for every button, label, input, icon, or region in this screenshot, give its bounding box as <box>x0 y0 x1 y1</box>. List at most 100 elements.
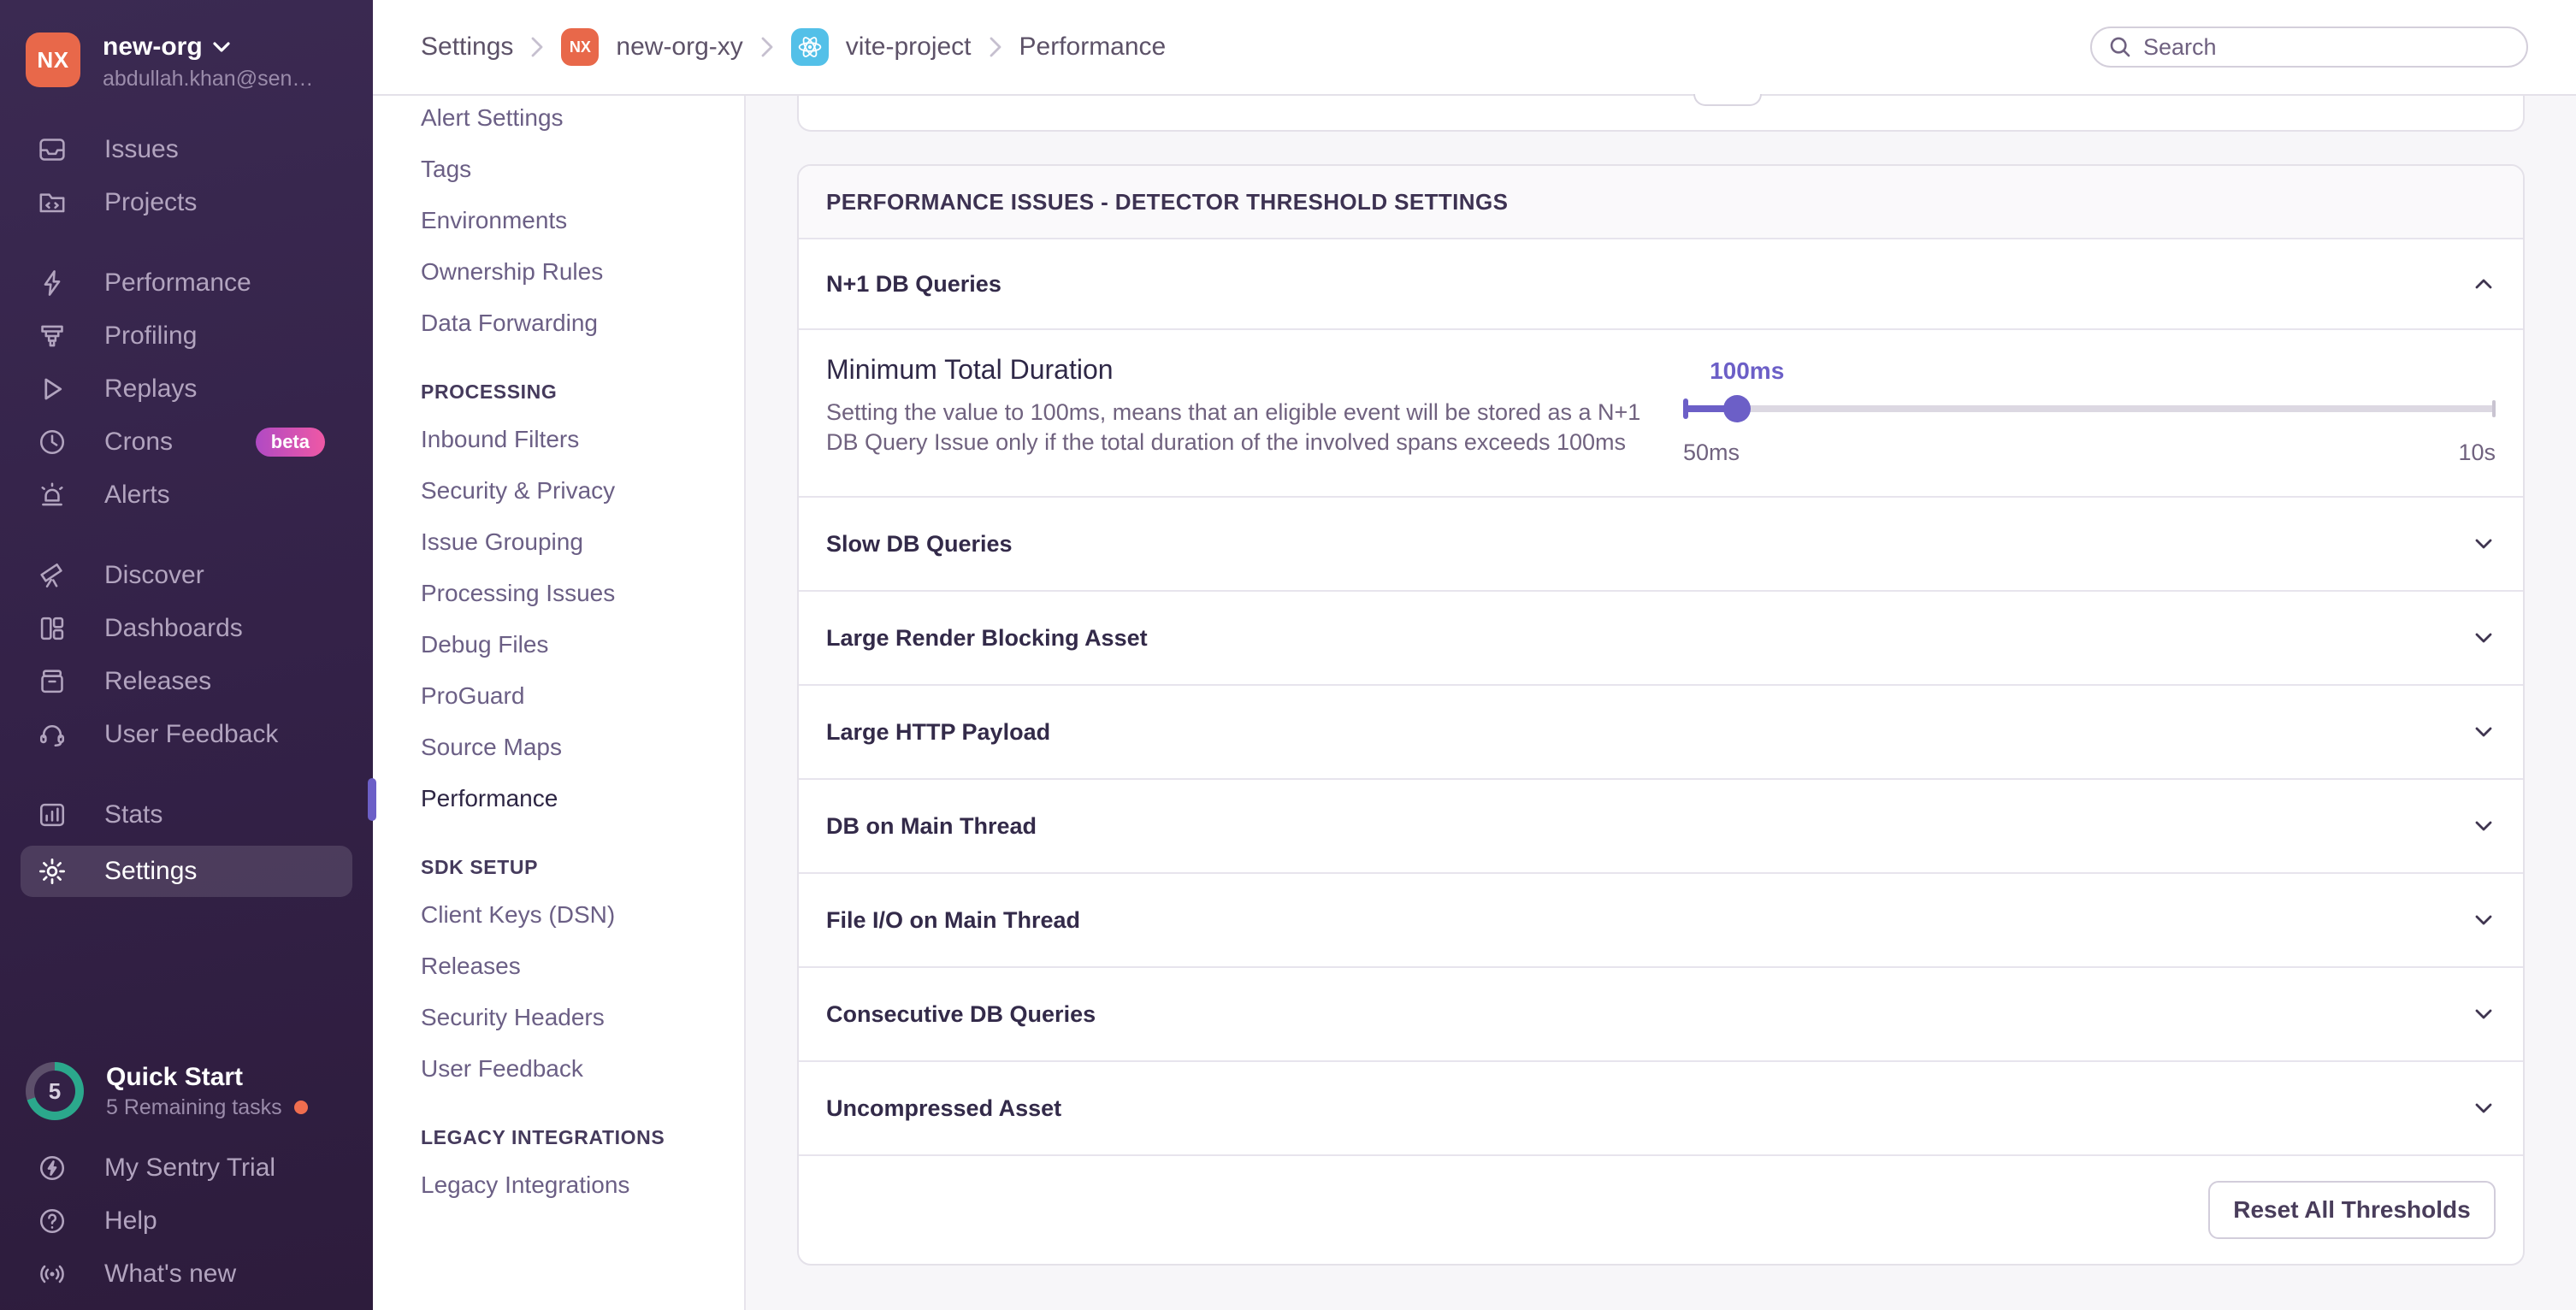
settings-nav-proguard[interactable]: ProGuard <box>373 674 744 718</box>
settings-nav-data-forwarding[interactable]: Data Forwarding <box>373 301 744 345</box>
search-input[interactable] <box>2143 34 2509 61</box>
org-avatar: NX <box>26 32 80 87</box>
sidebar-item-whats-new[interactable]: What's new <box>0 1252 373 1296</box>
slider-min-label: 50ms <box>1683 440 1740 466</box>
detector-row-uncompressed-asset[interactable]: Uncompressed Asset <box>799 1062 2523 1156</box>
releases-icon <box>38 667 67 696</box>
settings-nav-legacy-integrations[interactable]: Legacy Integrations <box>373 1163 744 1207</box>
react-project-icon <box>791 28 829 66</box>
settings-nav-security-privacy[interactable]: Security & Privacy <box>373 469 744 513</box>
panel-header: PERFORMANCE ISSUES - DETECTOR THRESHOLD … <box>799 166 2523 239</box>
sidebar-item-label: Issues <box>104 135 179 164</box>
quick-start-subtitle: 5 Remaining tasks <box>106 1095 282 1120</box>
slider-track[interactable] <box>1683 405 2496 412</box>
org-switcher[interactable]: NX new-org abdullah.khan@sen… <box>0 32 373 91</box>
chevron-down-icon <box>213 41 230 53</box>
breadcrumb: Settings NX new-org-xy vite-project Perf… <box>421 28 1166 66</box>
detector-row-file-io-on-main-thread[interactable]: File I/O on Main Thread <box>799 874 2523 968</box>
sidebar-item-label: Profiling <box>104 322 197 351</box>
chevron-down-icon[interactable] <box>2472 532 2496 556</box>
gear-icon <box>38 857 67 886</box>
chevron-up-icon[interactable] <box>2472 272 2496 296</box>
breadcrumb-org[interactable]: new-org-xy <box>616 32 742 62</box>
sidebar-item-label: Replays <box>104 375 197 404</box>
n1-threshold-settings: Minimum Total Duration Setting the value… <box>799 330 2523 498</box>
detector-row-db-on-main-thread[interactable]: DB on Main Thread <box>799 780 2523 874</box>
search-box[interactable] <box>2090 27 2528 68</box>
settings-nav-alert-settings[interactable]: Alert Settings <box>373 96 744 140</box>
alerts-icon <box>38 481 67 510</box>
sidebar-item-alerts[interactable]: Alerts <box>0 473 373 517</box>
chevron-down-icon[interactable] <box>2472 1096 2496 1120</box>
sidebar-item-settings[interactable]: Settings <box>21 846 352 897</box>
dashboards-icon <box>38 614 67 643</box>
sidebar-item-label: Performance <box>104 268 251 298</box>
settings-nav-section-legacy: LEGACY INTEGRATIONS <box>373 1122 744 1153</box>
whats-new-icon <box>38 1260 67 1289</box>
help-icon <box>38 1207 67 1236</box>
sidebar-item-help[interactable]: Help <box>0 1199 373 1243</box>
sidebar-item-dashboards[interactable]: Dashboards <box>0 606 373 651</box>
chevron-down-icon[interactable] <box>2472 720 2496 744</box>
detector-row-consecutive-db-queries[interactable]: Consecutive DB Queries <box>799 968 2523 1062</box>
settings-nav-section-sdk-setup: SDK SETUP <box>373 852 744 882</box>
settings-nav-tags[interactable]: Tags <box>373 147 744 192</box>
sidebar-item-label: Help <box>104 1207 157 1236</box>
sidebar-item-replays[interactable]: Replays <box>0 367 373 411</box>
chevron-down-icon[interactable] <box>2472 814 2496 838</box>
sidebar-item-profiling[interactable]: Profiling <box>0 314 373 358</box>
detector-row-slow-db-queries[interactable]: Slow DB Queries <box>799 498 2523 592</box>
settings-nav-performance[interactable]: Performance <box>373 776 744 821</box>
settings-nav-section-processing: PROCESSING <box>373 376 744 407</box>
settings-nav-processing-issues[interactable]: Processing Issues <box>373 571 744 616</box>
breadcrumb-settings[interactable]: Settings <box>421 32 513 62</box>
quick-start[interactable]: 5 Quick Start 5 Remaining tasks <box>0 1062 373 1120</box>
settings-nav-ownership-rules[interactable]: Ownership Rules <box>373 250 744 294</box>
chevron-down-icon[interactable] <box>2472 626 2496 650</box>
slider-thumb[interactable] <box>1723 395 1751 422</box>
duration-slider: 100ms 50ms 10s <box>1683 330 2496 496</box>
breadcrumb-project[interactable]: vite-project <box>846 32 972 62</box>
discover-icon <box>38 561 67 590</box>
settings-nav-environments[interactable]: Environments <box>373 198 744 243</box>
settings-nav-user-feedback[interactable]: User Feedback <box>373 1047 744 1091</box>
sidebar-item-releases[interactable]: Releases <box>0 659 373 704</box>
detector-row-n1-db-queries[interactable]: N+1 DB Queries <box>799 239 2523 330</box>
chevron-right-icon <box>989 37 1002 57</box>
sidebar-item-crons[interactable]: Crons beta <box>0 420 373 464</box>
trial-icon <box>38 1154 67 1183</box>
settings-nav-releases[interactable]: Releases <box>373 944 744 988</box>
reset-all-thresholds-button[interactable]: Reset All Thresholds <box>2208 1181 2496 1239</box>
sidebar-item-projects[interactable]: Projects <box>0 180 373 225</box>
crons-icon <box>38 428 67 457</box>
settings-nav-debug-files[interactable]: Debug Files <box>373 623 744 667</box>
sidebar-item-issues[interactable]: Issues <box>0 127 373 172</box>
sidebar-item-label: Discover <box>104 561 204 590</box>
sidebar-item-discover[interactable]: Discover <box>0 553 373 598</box>
detector-row-large-render-blocking-asset[interactable]: Large Render Blocking Asset <box>799 592 2523 686</box>
sidebar-item-my-sentry-trial[interactable]: My Sentry Trial <box>0 1146 373 1190</box>
sidebar-item-stats[interactable]: Stats <box>0 793 373 837</box>
quick-start-count: 5 <box>34 1071 75 1112</box>
detector-row-large-http-payload[interactable]: Large HTTP Payload <box>799 686 2523 780</box>
org-chip: NX <box>561 28 599 66</box>
chevron-down-icon[interactable] <box>2472 1002 2496 1026</box>
settings-nav-client-keys[interactable]: Client Keys (DSN) <box>373 893 744 937</box>
sidebar-item-label: Alerts <box>104 481 170 510</box>
settings-nav-source-maps[interactable]: Source Maps <box>373 725 744 770</box>
settings-nav-issue-grouping[interactable]: Issue Grouping <box>373 520 744 564</box>
stats-icon <box>38 800 67 829</box>
settings-nav-security-headers[interactable]: Security Headers <box>373 995 744 1040</box>
primary-nav: Issues Projects Performance Profiling Re… <box>0 127 373 906</box>
settings-nav-inbound-filters[interactable]: Inbound Filters <box>373 417 744 462</box>
sidebar-item-label: Releases <box>104 667 211 696</box>
notification-dot <box>294 1101 308 1114</box>
sidebar-item-label: Stats <box>104 800 162 829</box>
sidebar-item-label: User Feedback <box>104 720 278 749</box>
search-icon <box>2109 36 2131 58</box>
sidebar-item-performance[interactable]: Performance <box>0 261 373 305</box>
sidebar-item-label: Projects <box>104 188 197 217</box>
sidebar-item-user-feedback[interactable]: User Feedback <box>0 712 373 757</box>
quick-start-progress-ring: 5 <box>26 1062 84 1120</box>
chevron-down-icon[interactable] <box>2472 908 2496 932</box>
